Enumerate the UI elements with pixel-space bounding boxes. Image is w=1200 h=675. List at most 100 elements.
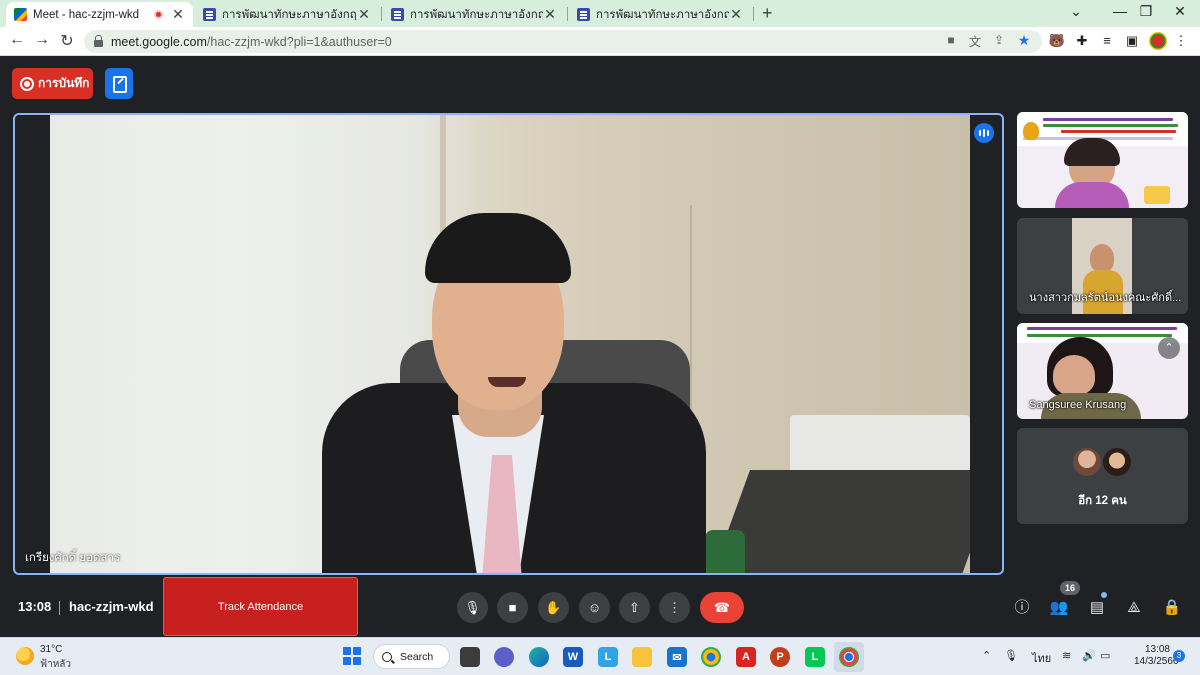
tab-divider xyxy=(753,7,754,21)
tab-meet[interactable]: Meet - hac-zzjm-wkd ✕ xyxy=(6,2,193,27)
task-view-icon[interactable] xyxy=(460,647,480,667)
camera-toggle-icon[interactable]: ■ xyxy=(497,592,528,623)
share-icon[interactable]: ⇪ xyxy=(990,33,1008,47)
extension-icon[interactable]: 🐻 xyxy=(1048,32,1066,50)
close-tab-icon[interactable]: ✕ xyxy=(543,6,557,23)
translate-icon[interactable]: 文 xyxy=(966,33,984,50)
tab-divider xyxy=(567,7,568,21)
participant-tile[interactable]: นางสาวกมลรัตน์อนงคณะศักดิ์... xyxy=(1017,218,1188,314)
participant-tile[interactable]: ⌃ Sangsuree Krusang xyxy=(1017,323,1188,419)
participant-avatar xyxy=(1101,446,1133,478)
emoji-icon[interactable]: ☺ xyxy=(579,592,610,623)
tab-title: การพัฒนาทักษะภาษาอังกฤษ English xyxy=(410,8,543,21)
participant-name: นางสาวกมลรัตน์อนงคณะศักดิ์... xyxy=(1029,292,1182,304)
slide-illustration-icon xyxy=(1144,186,1170,204)
main-speaker-tile[interactable]: เกรียงศักดิ์ ยอดสาร xyxy=(13,113,1004,575)
recording-indicator-icon xyxy=(154,10,163,19)
lock-icon[interactable] xyxy=(94,35,103,47)
weather-icon[interactable] xyxy=(16,647,34,665)
address-bar[interactable]: meet.google.com/hac-zzjm-wkd?pli=1&authu… xyxy=(84,30,1042,53)
host-controls-icon[interactable]: 🔒 xyxy=(1161,597,1183,619)
more-participants-tile[interactable]: อีก 12 คน xyxy=(1017,428,1188,524)
more-participants-label: อีก 12 คน xyxy=(1078,495,1127,507)
form-favicon-icon xyxy=(391,8,404,21)
input-language[interactable]: ไทย xyxy=(1032,649,1051,667)
chrome-alt-icon[interactable] xyxy=(701,647,721,667)
taskbar-search[interactable]: Search xyxy=(373,644,450,669)
tab-divider xyxy=(381,7,382,21)
edge-icon[interactable] xyxy=(529,647,549,667)
participant-tile[interactable] xyxy=(1017,112,1188,208)
raise-hand-icon[interactable]: ✋ xyxy=(538,592,569,623)
tab-doc-1[interactable]: การพัฒนาทักษะภาษาอังกฤษ English ✕ xyxy=(195,2,379,27)
word-icon[interactable]: W xyxy=(563,647,583,667)
school-logo-icon xyxy=(1023,122,1039,140)
divider xyxy=(59,601,60,615)
powerpoint-icon[interactable]: P xyxy=(770,647,790,667)
end-call-button[interactable]: ☎ xyxy=(700,592,744,623)
form-favicon-icon xyxy=(577,8,590,21)
weather-temperature[interactable]: 31°C xyxy=(40,644,62,655)
close-tab-icon[interactable]: ✕ xyxy=(171,6,185,23)
chat-icon[interactable]: ▤ xyxy=(1086,597,1108,619)
windows-start-icon[interactable] xyxy=(343,647,361,665)
acrobat-icon[interactable]: A xyxy=(736,647,756,667)
volume-icon[interactable]: 🔊 xyxy=(1082,649,1096,662)
file-explorer-icon[interactable] xyxy=(632,647,652,667)
clock-time: 13:08 xyxy=(1144,644,1170,655)
tab-search-chevron-icon[interactable]: ⌄ xyxy=(1056,3,1096,20)
sidepanel-icon[interactable]: ▣ xyxy=(1123,32,1141,50)
back-icon[interactable]: ← xyxy=(7,31,27,49)
track-attendance-button[interactable]: Track Attendance xyxy=(163,577,358,636)
microphone-icon[interactable]: 🎙 xyxy=(457,592,488,623)
record-icon xyxy=(20,76,34,91)
notification-badge[interactable]: 3 xyxy=(1173,650,1185,662)
meeting-code: hac-zzjm-wkd xyxy=(69,599,154,614)
participant-face xyxy=(1053,355,1095,395)
tab-title: การพัฒนาทักษะภาษาอังกฤษ English xyxy=(222,8,357,21)
reload-icon[interactable]: ↻ xyxy=(57,31,77,51)
line-icon[interactable]: L xyxy=(805,647,825,667)
tab-doc-3[interactable]: การพัฒนาทักษะภาษาอังกฤษ English ✕ xyxy=(569,2,751,27)
close-tab-icon[interactable]: ✕ xyxy=(729,6,743,23)
url-text: meet.google.com/hac-zzjm-wkd?pli=1&authu… xyxy=(111,35,392,49)
notes-button[interactable] xyxy=(105,68,133,99)
meeting-info-icon[interactable]: ⓘ xyxy=(1011,597,1033,619)
desk xyxy=(709,470,970,573)
battery-icon[interactable]: ▭ xyxy=(1100,649,1110,662)
tab-doc-2[interactable]: การพัฒนาทักษะภาษาอังกฤษ English ✕ xyxy=(383,2,565,27)
close-tab-icon[interactable]: ✕ xyxy=(357,6,371,23)
pin-icon[interactable]: ⌃ xyxy=(1158,337,1180,359)
media-icon[interactable]: ≡ xyxy=(1098,32,1116,50)
people-icon[interactable]: 👥 xyxy=(1048,597,1070,619)
star-icon[interactable]: ★ xyxy=(1015,32,1033,49)
more-options-icon[interactable]: ⋮ xyxy=(659,592,690,623)
chrome-icon[interactable] xyxy=(839,647,859,667)
activities-icon[interactable]: ⟁ xyxy=(1123,597,1145,619)
camera-icon[interactable]: ■ xyxy=(942,33,960,47)
speaking-indicator-icon xyxy=(974,123,994,143)
weather-condition[interactable]: ฟ้าหลัว xyxy=(40,657,71,672)
profile-icon[interactable] xyxy=(1149,32,1167,50)
puzzle-icon[interactable]: ✚ xyxy=(1073,32,1091,50)
recording-button[interactable]: การบันทึก xyxy=(12,68,93,99)
search-icon xyxy=(382,651,392,662)
close-window-icon[interactable]: ✕ xyxy=(1160,3,1200,20)
meet-favicon-icon xyxy=(14,8,27,21)
wifi-icon[interactable]: ≋ xyxy=(1062,649,1071,662)
chat-unread-dot xyxy=(1101,592,1107,598)
forward-icon[interactable]: → xyxy=(32,31,52,49)
menu-icon[interactable]: ⋮ xyxy=(1172,32,1190,50)
present-screen-icon[interactable]: ⇧ xyxy=(619,592,650,623)
new-tab-icon[interactable]: + xyxy=(762,3,773,24)
system-clock[interactable]: 13:08 14/3/2566 xyxy=(1134,644,1179,668)
participant-face xyxy=(1090,244,1114,272)
teams-chat-icon[interactable] xyxy=(494,647,514,667)
tray-chevron-icon[interactable]: ⌃ xyxy=(982,649,991,662)
tray-mic-icon[interactable]: 🎙 xyxy=(1004,649,1018,662)
participant-name: Sangsuree Krusang xyxy=(1029,399,1127,411)
plant xyxy=(705,530,745,573)
meet-stage: การบันทึก เกรียงศักดิ์ ยอดสาร นางสาวกมลร… xyxy=(0,56,1200,637)
l-app-icon[interactable]: L xyxy=(598,647,618,667)
mail-icon[interactable]: ✉ xyxy=(667,647,687,667)
